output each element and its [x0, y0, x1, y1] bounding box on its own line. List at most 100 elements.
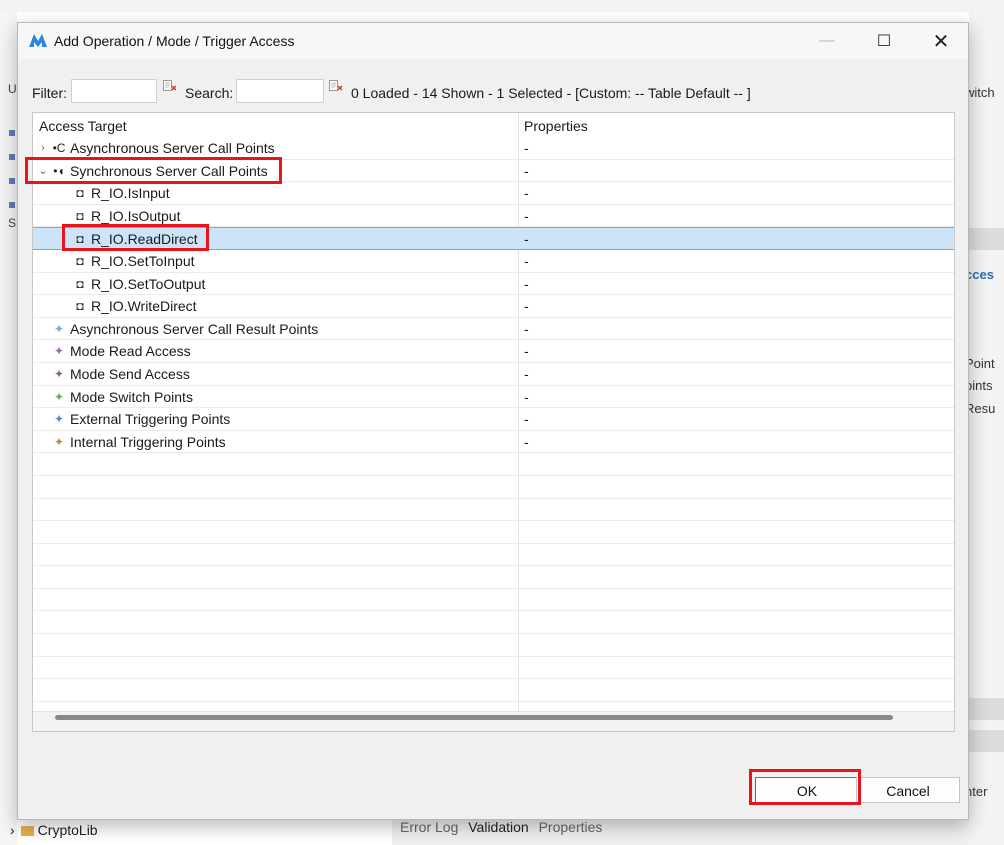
tree-icon — [9, 178, 15, 184]
ok-button[interactable]: OK — [755, 777, 859, 803]
close-button[interactable]: ✕ — [918, 23, 964, 59]
filter-bar: Filter: Search: 0 Loaded - 14 Shown - 1 … — [18, 75, 968, 105]
table-row[interactable]: ◘ R_IO.WriteDirect - — [33, 295, 954, 318]
expand-toggle-icon[interactable]: › — [37, 142, 49, 154]
access-target-table: Access Target Properties › •C Asynchronous… — [32, 112, 955, 732]
properties-cell: - — [524, 231, 529, 248]
empty-table-row — [33, 679, 954, 702]
async-server-call-icon: •C — [52, 141, 66, 155]
table-row[interactable]: ✦ Mode Switch Points - — [33, 386, 954, 409]
properties-cell: - — [524, 320, 529, 337]
error-log-tab[interactable]: Error Log — [400, 819, 458, 835]
empty-table-row — [33, 589, 954, 612]
background-bar — [969, 698, 1004, 720]
properties-cell: - — [524, 140, 529, 156]
column-header-properties[interactable]: Properties — [524, 118, 588, 134]
properties-cell: - — [524, 252, 529, 269]
status-text: 0 Loaded - 14 Shown - 1 Selected - [Cust… — [351, 85, 751, 101]
background-fragment: nter — [969, 784, 988, 799]
operation-icon: ◘ — [76, 253, 84, 268]
properties-cell: - — [524, 275, 529, 292]
dialog-titlebar[interactable]: Add Operation / Mode / Trigger Access — … — [18, 23, 968, 59]
background-left-panel: U S — [0, 12, 17, 845]
tree-item-label: CryptoLib — [37, 822, 98, 838]
access-target-label: R_IO.SetToInput — [91, 252, 195, 269]
access-target-cell: ✦ Mode Send Access — [33, 363, 190, 385]
properties-cell: - — [524, 185, 529, 202]
table-row[interactable]: › •C Asynchronous Server Call Points - — [33, 137, 954, 160]
dialog-title: Add Operation / Mode / Trigger Access — [54, 33, 295, 49]
access-target-label: R_IO.WriteDirect — [91, 298, 197, 315]
access-target-cell: ✦ Mode Switch Points — [33, 386, 193, 408]
table-row[interactable]: ✦ External Triggering Points - — [33, 408, 954, 431]
access-target-cell: ◘ R_IO.IsOutput — [33, 205, 180, 227]
validation-tab[interactable]: Validation — [468, 819, 528, 835]
operation-icon: ◘ — [76, 299, 84, 314]
background-fragment: cces — [969, 267, 994, 282]
table-row[interactable]: ✦ Asynchronous Server Call Result Points - — [33, 318, 954, 341]
background-top-strip — [0, 0, 1004, 12]
clear-search-icon[interactable] — [329, 80, 343, 92]
minimize-button[interactable]: — — [804, 23, 850, 59]
table-row[interactable]: ◘ R_IO.IsInput - — [33, 182, 954, 205]
horizontal-scrollbar-thumb[interactable] — [55, 715, 893, 720]
background-fragment: Resu — [969, 401, 996, 416]
table-row[interactable]: ◘ R_IO.SetToOutput - — [33, 273, 954, 296]
clear-filter-icon[interactable] — [163, 80, 177, 92]
access-target-label: R_IO.IsInput — [91, 185, 170, 202]
mode-switch-icon: ✦ — [53, 389, 65, 404]
background-right-panel: witch cces Point oints Resu nter — [969, 12, 1004, 845]
access-target-label: R_IO.IsOutput — [91, 207, 181, 224]
table-row[interactable]: ◘ R_IO.ReadDirect - — [33, 227, 954, 250]
table-row[interactable]: ✦ Mode Read Access - — [33, 340, 954, 363]
maximize-button[interactable]: ☐ — [861, 23, 907, 59]
access-target-cell: ✦ Mode Read Access — [33, 340, 191, 362]
filter-input[interactable] — [71, 79, 157, 103]
mode-read-icon: ✦ — [53, 344, 65, 359]
access-target-cell: ✦ External Triggering Points — [33, 408, 230, 430]
filter-label: Filter: — [32, 85, 67, 101]
properties-cell: - — [524, 388, 529, 405]
access-target-label: Mode Switch Points — [70, 388, 193, 405]
properties-tab[interactable]: Properties — [539, 819, 603, 835]
expand-toggle-icon[interactable]: ⌄ — [37, 164, 49, 177]
properties-cell: - — [524, 298, 529, 315]
access-target-cell: ◘ R_IO.WriteDirect — [33, 295, 197, 317]
empty-table-row — [33, 634, 954, 657]
empty-table-row — [33, 657, 954, 680]
operation-icon: ◘ — [76, 232, 84, 247]
table-header: Access Target Properties — [33, 113, 954, 135]
empty-table-row — [33, 566, 954, 589]
table-row[interactable]: ◘ R_IO.IsOutput - — [33, 205, 954, 228]
access-target-label: Mode Send Access — [70, 365, 190, 382]
table-row[interactable]: ✦ Internal Triggering Points - — [33, 431, 954, 454]
table-row[interactable]: ✦ Mode Send Access - — [33, 363, 954, 386]
mode-send-icon: ✦ — [53, 366, 65, 381]
internal-trigger-icon: ✦ — [53, 434, 65, 449]
background-fragment: U — [8, 82, 17, 96]
cancel-button[interactable]: Cancel — [856, 777, 960, 803]
operation-icon: ◘ — [76, 276, 84, 291]
access-target-cell: ⌄ •◖ Synchronous Server Call Points — [33, 160, 267, 182]
access-target-label: Asynchronous Server Call Result Points — [70, 320, 319, 337]
empty-table-row — [33, 476, 954, 499]
result-point-icon: ✦ — [53, 321, 65, 336]
background-fragment: witch — [969, 85, 995, 100]
access-target-cell: ◘ R_IO.IsInput — [33, 182, 170, 204]
table-row[interactable]: ◘ R_IO.SetToInput - — [33, 250, 954, 273]
access-target-cell: ◘ R_IO.ReadDirect — [33, 228, 198, 250]
empty-table-row — [33, 521, 954, 544]
access-target-label: Asynchronous Server Call Points — [70, 140, 275, 156]
table-row[interactable]: ⌄ •◖ Synchronous Server Call Points - — [33, 160, 954, 183]
search-input[interactable] — [236, 79, 324, 103]
tree-icon — [9, 202, 15, 208]
app-logo-icon — [29, 34, 47, 47]
access-target-label: R_IO.ReadDirect — [91, 231, 198, 248]
background-fragment: S — [8, 216, 17, 230]
column-header-access-target[interactable]: Access Target — [39, 118, 127, 134]
tree-icon — [9, 154, 15, 160]
external-trigger-icon: ✦ — [53, 412, 65, 427]
search-label: Search: — [185, 85, 234, 101]
empty-table-row — [33, 544, 954, 567]
access-target-cell: › •C Asynchronous Server Call Points — [33, 137, 275, 159]
